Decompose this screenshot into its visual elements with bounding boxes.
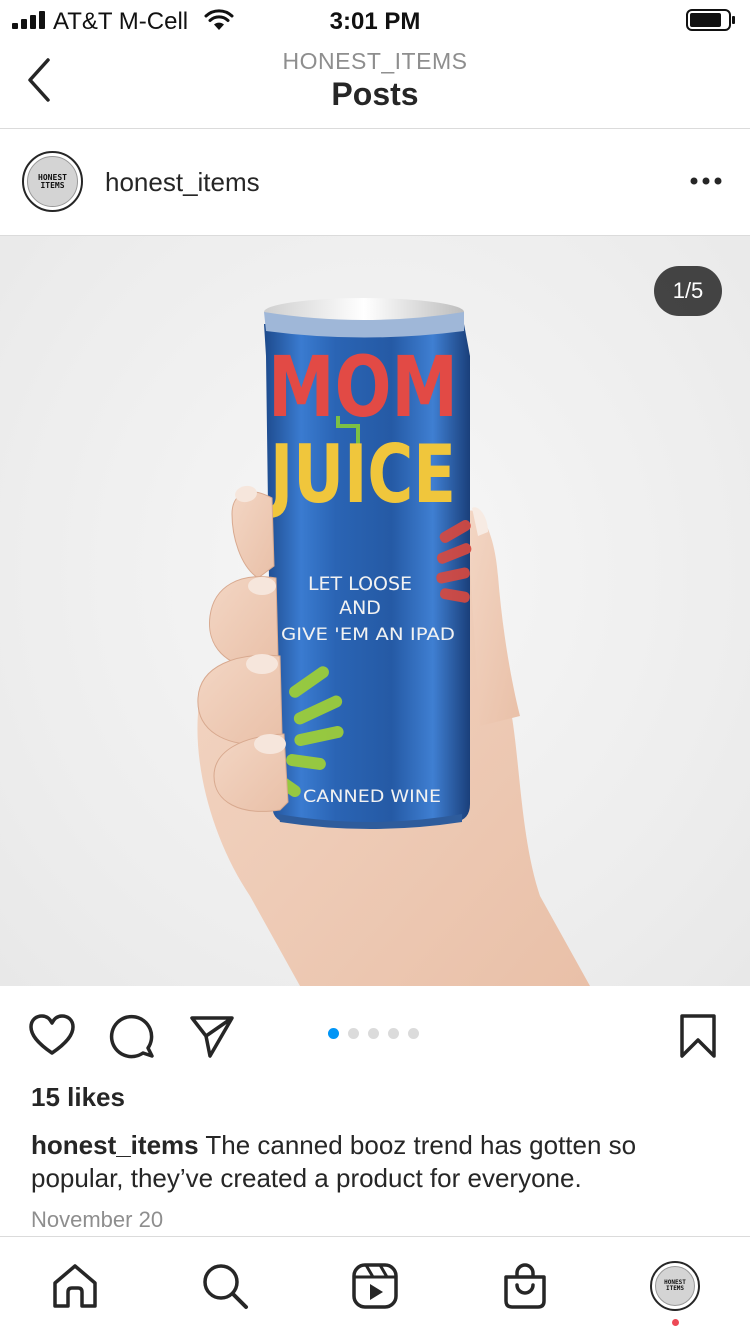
post-media[interactable]: MOM JUICE LET LOOSE AND GIVE 'EM AN IPAD…: [0, 236, 750, 986]
comment-icon[interactable]: [108, 1012, 156, 1060]
like-heart-icon[interactable]: [28, 1012, 76, 1060]
avatar-logo-text: HONEST ITEMS: [38, 172, 67, 190]
page-title: Posts: [331, 76, 419, 112]
can-tagline-2: AND: [339, 597, 381, 619]
carousel-dot: [388, 1028, 399, 1039]
can-title-line1: MOM: [268, 338, 458, 436]
caption-username[interactable]: honest_items: [31, 1130, 199, 1160]
can-tagline-1: LET LOOSE: [308, 573, 412, 595]
share-send-icon[interactable]: [188, 1012, 236, 1060]
more-options-icon[interactable]: [686, 171, 726, 191]
bookmark-icon[interactable]: [674, 1012, 722, 1060]
header-subtitle: HONEST_ITEMS: [282, 48, 468, 74]
author-username[interactable]: honest_items: [105, 167, 260, 198]
can-footer-label: CANNED WINE: [303, 787, 441, 807]
carousel-dot: [328, 1028, 339, 1039]
bottom-tab-bar: HONEST ITEMS: [0, 1236, 750, 1334]
author-avatar[interactable]: HONEST ITEMS: [22, 151, 83, 212]
can-tagline-3: GIVE 'EM AN IPAD: [281, 625, 455, 645]
post-caption: honest_items The canned booz trend has g…: [31, 1129, 721, 1195]
post-header: HONEST ITEMS honest_items: [0, 129, 750, 236]
shop-icon[interactable]: [500, 1261, 550, 1311]
post-actions: [0, 986, 750, 1082]
battery-icon: [686, 9, 735, 31]
status-bar: AT&T M-Cell 3:01 PM: [0, 0, 750, 40]
post-date: November 20: [31, 1207, 164, 1232]
media-counter-badge: 1/5: [654, 266, 722, 316]
header-bar: HONEST_ITEMS Posts: [0, 40, 750, 129]
carousel-indicator: [328, 1028, 419, 1040]
search-icon[interactable]: [200, 1261, 250, 1311]
profile-avatar-logo-text: HONEST ITEMS: [664, 1279, 686, 1292]
profile-tab-avatar[interactable]: HONEST ITEMS: [650, 1261, 700, 1311]
reels-icon[interactable]: [350, 1261, 400, 1311]
can-title-line2: JUICE: [266, 428, 456, 521]
carousel-dot: [368, 1028, 379, 1039]
notification-dot: [672, 1319, 679, 1326]
carousel-dot: [348, 1028, 359, 1039]
carousel-dot: [408, 1028, 419, 1039]
home-icon[interactable]: [50, 1261, 100, 1311]
status-time: 3:01 PM: [329, 8, 421, 35]
likes-count[interactable]: 15 likes: [31, 1082, 125, 1113]
product-image: MOM JUICE LET LOOSE AND GIVE 'EM AN IPAD…: [197, 298, 590, 986]
